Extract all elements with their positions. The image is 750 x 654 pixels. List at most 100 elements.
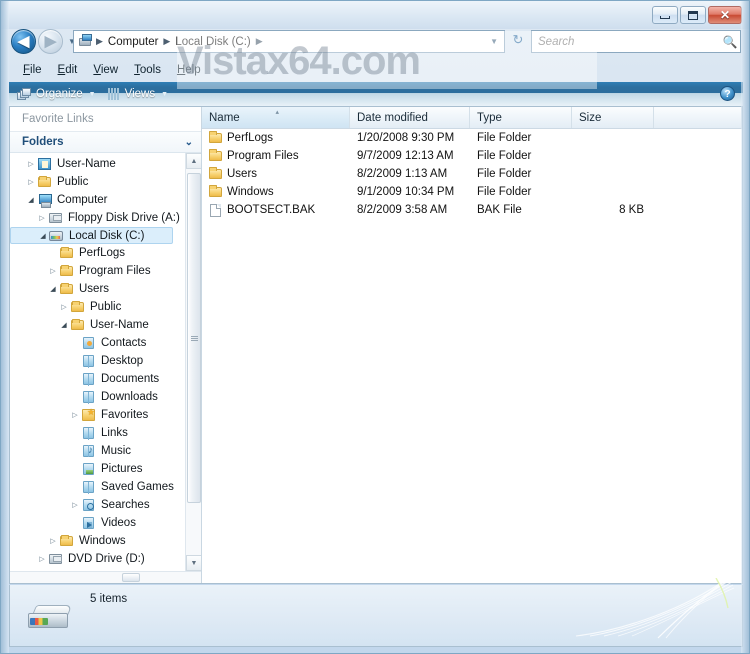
folder-icon [70, 318, 86, 332]
tree-item-documents[interactable]: Documents [10, 370, 185, 388]
search-box[interactable]: 🔍 [531, 30, 741, 53]
tree-item-computer[interactable]: ◢ Computer [10, 191, 185, 209]
tree-item-local-disk-c[interactable]: ◢ Local Disk (C:) [10, 227, 173, 244]
expand-arrow-icon[interactable]: ▷ [36, 214, 48, 222]
collapse-arrow-icon[interactable]: ◢ [47, 285, 59, 293]
column-header-spacer[interactable] [654, 107, 742, 128]
scroll-down-button[interactable]: ▼ [186, 555, 201, 571]
forward-button[interactable]: ▶ [38, 29, 63, 54]
folders-header[interactable]: Folders ⌄ [10, 131, 201, 153]
help-button[interactable]: ? [720, 86, 735, 101]
tree-item-user-name[interactable]: ◢ User-Name [10, 316, 185, 334]
toolbar: Organize ▼ Views ▼ ? [9, 82, 743, 106]
tree-item-contacts[interactable]: Contacts [10, 334, 185, 352]
tree-item-label: Searches [101, 499, 150, 511]
tree-item-music[interactable]: Music [10, 442, 185, 460]
tree-item-label: Users [79, 283, 110, 295]
tree-vertical-scrollbar[interactable]: ▲ ▼ [185, 153, 201, 571]
breadcrumb-separator[interactable]: ▶ [95, 36, 104, 47]
scroll-up-button[interactable]: ▲ [186, 153, 201, 169]
searches-icon [81, 498, 97, 512]
tree-item-searches[interactable]: ▷ Searches [10, 496, 185, 514]
file-row[interactable]: Windows 9/1/2009 10:34 PM File Folder [202, 183, 742, 201]
tree-item-windows[interactable]: ▷ Windows [10, 532, 185, 550]
expand-arrow-icon[interactable]: ▷ [47, 267, 59, 275]
menu-item-edit[interactable]: Edit [50, 62, 86, 78]
aurora-svg [575, 578, 735, 639]
breadcrumb-separator[interactable]: ▶ [255, 36, 264, 47]
expand-arrow-icon[interactable]: ▷ [25, 178, 37, 186]
column-header-size[interactable]: Size [572, 107, 654, 128]
search-input[interactable] [532, 34, 720, 49]
tree-item-label: Computer [57, 194, 108, 206]
desktop-folder-icon-glyph [83, 355, 94, 368]
minimize-button[interactable] [652, 6, 678, 24]
file-row[interactable]: BOOTSECT.BAK 8/2/2009 3:58 AM BAK File 8 KB [202, 201, 742, 219]
breadcrumb-separator[interactable]: ▶ [162, 36, 171, 47]
dvd-drive-icon-glyph [49, 554, 62, 564]
menu-item-tools[interactable]: Tools [126, 62, 169, 78]
tree-item-dvd-drive-d[interactable]: ▷ DVD Drive (D:) [10, 550, 185, 568]
expand-arrow-icon[interactable]: ▷ [58, 303, 70, 311]
tree-item-downloads[interactable]: Downloads [10, 388, 185, 406]
menu-item-file[interactable]: File [15, 62, 50, 78]
file-list-pane: Name ▴ Date modified Type Size PerfLogs 1/20/… [202, 107, 742, 583]
scroll-thumb[interactable] [187, 173, 201, 503]
search-icon[interactable]: 🔍 [720, 35, 740, 49]
column-header-date-modified[interactable]: Date modified [350, 107, 470, 128]
collapse-arrow-icon[interactable]: ◢ [37, 232, 49, 240]
tree-horizontal-scrollbar[interactable] [10, 571, 201, 583]
collapse-arrow-icon[interactable]: ◢ [58, 321, 70, 329]
tree-item-desktop[interactable]: Desktop [10, 352, 185, 370]
breadcrumb-item-local-disk[interactable]: Local Disk (C:) [171, 35, 254, 49]
searches-icon-glyph [83, 499, 94, 511]
expand-arrow-icon[interactable]: ▷ [69, 411, 81, 419]
expand-arrow-icon[interactable]: ▷ [36, 555, 48, 563]
folder-icon-glyph [71, 301, 84, 312]
links-icon-glyph [83, 427, 94, 440]
hscroll-thumb[interactable] [122, 573, 140, 582]
tree-item-links[interactable]: Links [10, 424, 185, 442]
organize-button[interactable]: Organize ▼ [17, 87, 96, 101]
tree-item-videos[interactable]: Videos [10, 514, 185, 532]
chevron-down-icon[interactable]: ▼ [490, 37, 502, 46]
collapse-arrow-icon[interactable]: ◢ [25, 196, 37, 204]
tree-item-label: User-Name [90, 319, 149, 331]
folder-icon [70, 300, 86, 314]
tree-item-user-name[interactable]: ▷ User-Name [10, 155, 185, 173]
file-row[interactable]: Users 8/2/2009 1:13 AM File Folder [202, 165, 742, 183]
file-type-cell: File Folder [477, 132, 532, 144]
favorites-star-icon-glyph [82, 407, 95, 421]
tree-item-favorites[interactable]: ▷ Favorites [10, 406, 185, 424]
back-button[interactable]: ◀ [11, 29, 36, 54]
breadcrumb[interactable]: ▶ Computer ▶ Local Disk (C:) ▶ ▼ [73, 30, 505, 53]
tree-item-public[interactable]: ▷ Public [10, 298, 185, 316]
file-row[interactable]: Program Files 9/7/2009 12:13 AM File Folde… [202, 147, 742, 165]
favorite-links-header[interactable]: Favorite Links [10, 107, 201, 131]
refresh-button[interactable]: ↻ [509, 32, 527, 51]
column-header-name[interactable]: Name ▴ [202, 107, 350, 128]
tree-item-perflogs[interactable]: PerfLogs [10, 244, 185, 262]
tree-item-users[interactable]: ◢ Users [10, 280, 185, 298]
breadcrumb-item-computer[interactable]: Computer [104, 35, 163, 49]
maximize-button[interactable] [680, 6, 706, 24]
menu-item-view[interactable]: View [85, 62, 126, 78]
tree-item-program-files[interactable]: ▷ Program Files [10, 262, 185, 280]
close-button[interactable]: ✕ [708, 6, 742, 24]
file-name-label: Windows [227, 186, 274, 198]
menu-label: dit [65, 64, 78, 76]
file-row[interactable]: PerfLogs 1/20/2008 9:30 PM File Folder [202, 129, 742, 147]
expand-arrow-icon[interactable]: ▷ [25, 160, 37, 168]
file-date-cell: 9/7/2009 12:13 AM [357, 150, 454, 162]
tree-item-public[interactable]: ▷ Public [10, 173, 185, 191]
tree-item-floppy-disk-drive-a[interactable]: ▷ Floppy Disk Drive (A:) [10, 209, 185, 227]
menu-accel: V [93, 64, 101, 76]
expand-arrow-icon[interactable]: ▷ [69, 501, 81, 509]
views-button[interactable]: Views ▼ [107, 88, 168, 100]
tree-item-saved-games[interactable]: Saved Games [10, 478, 185, 496]
expand-arrow-icon[interactable]: ▷ [47, 537, 59, 545]
tree-item-pictures[interactable]: Pictures [10, 460, 185, 478]
menu-item-help[interactable]: Help [169, 62, 209, 78]
column-header-type[interactable]: Type [470, 107, 572, 128]
downloads-icon-glyph [83, 391, 94, 404]
